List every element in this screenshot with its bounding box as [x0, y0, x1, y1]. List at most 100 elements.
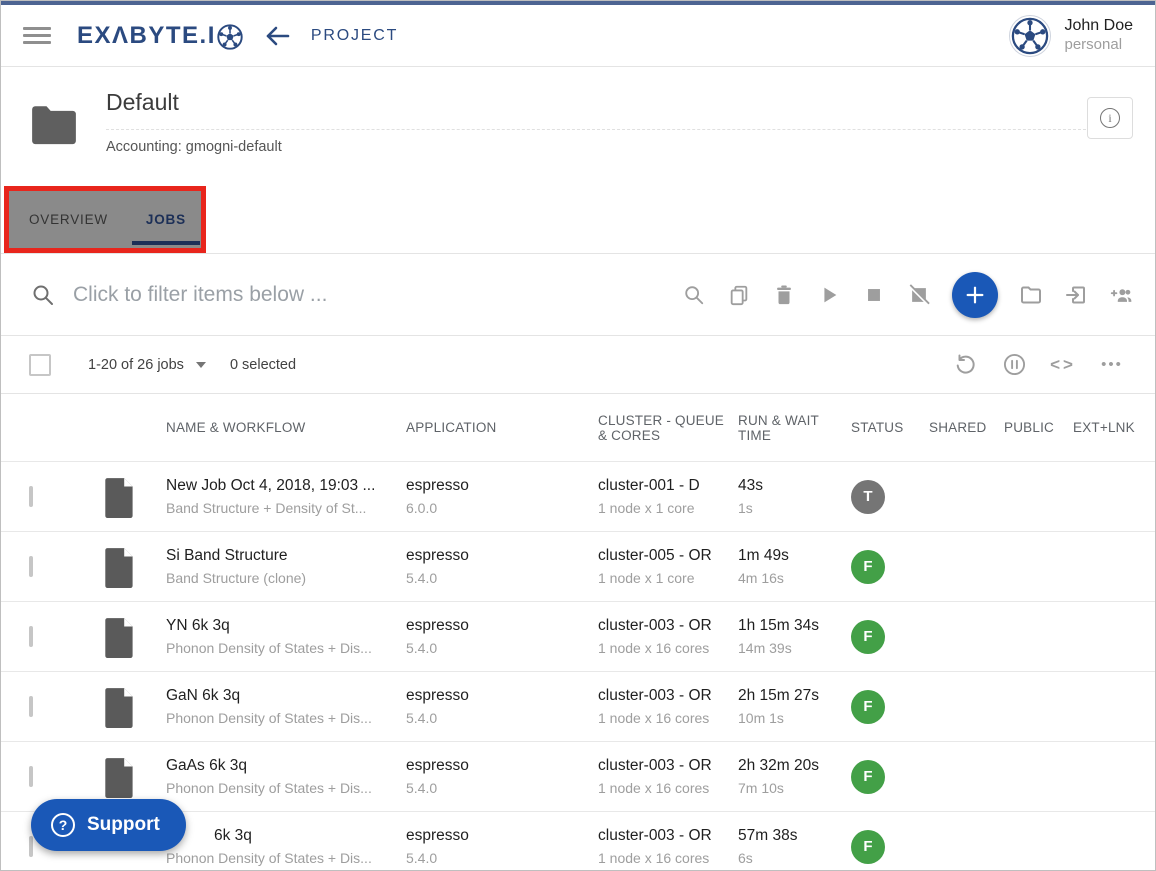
job-name[interactable]: Si Band Structure — [166, 545, 392, 567]
filter-input[interactable] — [73, 283, 682, 307]
tab-jobs-label: JOBS — [146, 212, 186, 227]
menu-icon[interactable] — [23, 27, 51, 44]
table-row[interactable]: Si Band Structure Band Structure (clone)… — [1, 531, 1155, 601]
tab-jobs[interactable]: JOBS — [146, 191, 186, 248]
job-cores: 1 node x 16 cores — [598, 778, 726, 798]
project-header: Default Accounting: gmogni-default i — [1, 67, 1155, 186]
status-badge: F — [851, 690, 885, 724]
selection-actions: <> ••• — [952, 352, 1125, 378]
job-workflow: Phonon Density of States + Dis... — [166, 778, 392, 798]
column-header-ext-lnk[interactable]: EXT+LNK — [1073, 420, 1155, 435]
job-wait-time: 4m 16s — [738, 568, 839, 588]
job-run-time: 2h 15m 27s — [738, 685, 839, 707]
job-cores: 1 node x 1 core — [598, 568, 726, 588]
job-name[interactable]: GaN 6k 3q — [166, 685, 392, 707]
job-application-version: 5.4.0 — [406, 778, 584, 798]
breadcrumb-project[interactable]: PROJECT — [311, 27, 398, 45]
job-application: espresso — [406, 615, 584, 637]
job-cores: 1 node x 16 cores — [598, 638, 726, 658]
title-divider — [106, 129, 1086, 130]
job-name[interactable]: New Job Oct 4, 2018, 19:03 ... — [166, 475, 392, 497]
job-cluster-queue: cluster-001 - D — [598, 475, 726, 497]
copy-icon[interactable] — [727, 283, 751, 307]
status-badge: F — [851, 830, 885, 864]
project-folder-icon — [29, 103, 79, 147]
job-wait-time: 10m 1s — [738, 708, 839, 728]
page-size-dropdown-icon[interactable] — [196, 362, 206, 368]
code-icon[interactable]: <> — [1050, 352, 1076, 378]
logo-text: EXΛBYTE.I — [77, 22, 216, 50]
filter-toolbar — [1, 254, 1155, 336]
create-job-button[interactable] — [952, 272, 998, 318]
row-checkbox[interactable] — [29, 626, 33, 647]
user-name: John Doe — [1065, 16, 1134, 36]
support-button-label: Support — [87, 814, 160, 836]
row-checkbox[interactable] — [29, 836, 33, 857]
stop-icon[interactable] — [862, 283, 886, 307]
table-row[interactable]: YN 6k 3q Phonon Density of States + Dis.… — [1, 601, 1155, 671]
annotation-highlight-box: OVERVIEW JOBS — [4, 186, 206, 253]
job-actions-toolbar — [682, 272, 1133, 318]
job-file-icon — [103, 476, 166, 518]
job-wait-time: 1s — [738, 498, 839, 518]
more-icon[interactable]: ••• — [1099, 352, 1125, 378]
support-button[interactable]: ? Support — [31, 799, 186, 851]
job-wait-time: 6s — [738, 848, 839, 868]
job-name[interactable]: 6k 3q — [214, 825, 392, 847]
job-workflow: Phonon Density of States + Dis... — [166, 708, 392, 728]
tab-overview-label: OVERVIEW — [29, 212, 108, 227]
job-name[interactable]: YN 6k 3q — [166, 615, 392, 637]
job-application: espresso — [406, 475, 584, 497]
page-title: Default — [106, 89, 179, 116]
cancel-icon[interactable] — [907, 283, 931, 307]
move-to-folder-icon[interactable] — [1019, 283, 1043, 307]
row-checkbox[interactable] — [29, 556, 33, 577]
column-header-shared[interactable]: SHARED — [926, 420, 1001, 435]
job-cores: 1 node x 1 core — [598, 498, 726, 518]
column-header-status[interactable]: STATUS — [849, 420, 926, 435]
job-cluster-queue: cluster-003 - OR — [598, 615, 726, 637]
tab-overview[interactable]: OVERVIEW — [29, 191, 108, 248]
row-checkbox[interactable] — [29, 486, 33, 507]
table-row[interactable]: New Job Oct 4, 2018, 19:03 ... Band Stru… — [1, 461, 1155, 531]
column-header-application[interactable]: APPLICATION — [406, 420, 598, 435]
status-badge: F — [851, 620, 885, 654]
job-run-time: 43s — [738, 475, 839, 497]
select-all-checkbox[interactable] — [29, 354, 51, 376]
job-application-version: 5.4.0 — [406, 638, 584, 658]
top-navigation-bar: EXΛBYTE.I — [1, 5, 1155, 67]
column-header-run-wait-time[interactable]: RUN & WAIT TIME — [738, 413, 849, 443]
pagination-range: 1-20 of 26 jobs — [88, 357, 184, 373]
delete-icon[interactable] — [772, 283, 796, 307]
back-arrow-icon[interactable] — [263, 24, 291, 48]
job-workflow: Band Structure (clone) — [166, 568, 392, 588]
job-application: espresso — [406, 825, 584, 847]
job-workflow: Phonon Density of States + Dis... — [166, 848, 392, 868]
table-header-row: NAME & WORKFLOW APPLICATION CLUSTER - QU… — [1, 394, 1155, 461]
selected-count: 0 selected — [230, 357, 296, 373]
search-icon[interactable] — [682, 283, 706, 307]
tabs-bar: OVERVIEW JOBS — [1, 186, 1155, 254]
share-with-people-icon[interactable] — [1109, 283, 1133, 307]
run-icon[interactable] — [817, 283, 841, 307]
table-row[interactable]: GaN 6k 3q Phonon Density of States + Dis… — [1, 671, 1155, 741]
avatar[interactable] — [1009, 15, 1051, 57]
job-wait-time: 14m 39s — [738, 638, 839, 658]
column-header-public[interactable]: PUBLIC — [1001, 420, 1073, 435]
job-run-time: 1h 15m 34s — [738, 615, 839, 637]
row-checkbox[interactable] — [29, 766, 33, 787]
pause-circle-icon[interactable] — [1001, 352, 1027, 378]
info-button[interactable]: i — [1087, 97, 1133, 139]
column-header-name-workflow[interactable]: NAME & WORKFLOW — [166, 420, 406, 435]
row-checkbox[interactable] — [29, 696, 33, 717]
status-badge: T — [851, 480, 885, 514]
column-header-cluster[interactable]: CLUSTER - QUEUE & CORES — [598, 413, 738, 443]
table-row[interactable]: GaAs 6k 3q Phonon Density of States + Di… — [1, 741, 1155, 811]
exit-to-app-icon[interactable] — [1064, 283, 1088, 307]
active-tab-underline — [132, 241, 200, 245]
exabyte-logo[interactable]: EXΛBYTE.I — [77, 22, 243, 50]
job-wait-time: 7m 10s — [738, 778, 839, 798]
refresh-icon[interactable] — [952, 352, 978, 378]
job-name[interactable]: GaAs 6k 3q — [166, 755, 392, 777]
job-cluster-queue: cluster-003 - OR — [598, 755, 726, 777]
